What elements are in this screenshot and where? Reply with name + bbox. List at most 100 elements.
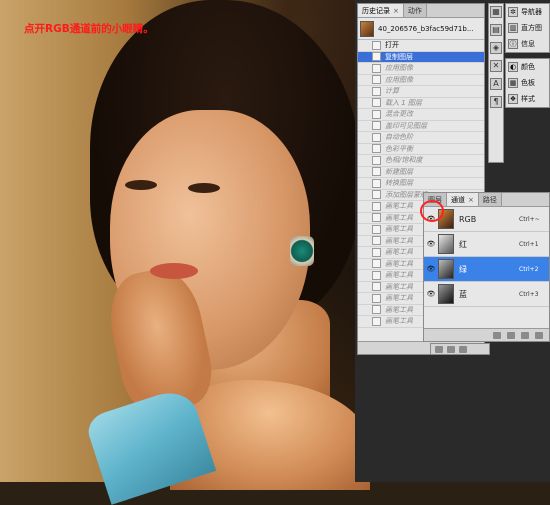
history-state-gutter[interactable]: [358, 75, 372, 86]
brush-preset-icon[interactable]: ▦: [490, 6, 502, 18]
close-icon[interactable]: ×: [468, 196, 474, 204]
new-channel-icon[interactable]: [521, 331, 529, 339]
history-state-gutter[interactable]: [358, 144, 372, 155]
history-state-gutter[interactable]: [358, 282, 372, 293]
history-item-label: 添加图层蒙版: [385, 190, 427, 199]
history-item-label: 画笔工具: [385, 282, 413, 291]
character-icon[interactable]: A: [490, 78, 502, 90]
close-icon[interactable]: ×: [393, 7, 399, 15]
history-step-icon: [372, 224, 381, 234]
channel-thumbnail: [438, 259, 454, 279]
eye-visibility-icon[interactable]: 👁: [424, 282, 438, 306]
history-item-label: 画笔工具: [385, 225, 413, 234]
history-state-gutter[interactable]: [358, 316, 372, 327]
history-state-gutter[interactable]: [358, 63, 372, 74]
history-item-label: 画笔工具: [385, 259, 413, 268]
history-state-gutter[interactable]: [358, 201, 372, 212]
history-item-label: 画笔工具: [385, 236, 413, 245]
history-item-label: 画笔工具: [385, 317, 413, 326]
swatches-tab[interactable]: ▦ 色板: [506, 75, 549, 91]
history-item[interactable]: 色彩平衡: [358, 144, 484, 155]
history-state-gutter[interactable]: [358, 86, 372, 97]
history-state-gutter[interactable]: [358, 98, 372, 109]
navigator-group: ✲ 导航器 ▥ 直方图 ⓘ 信息: [505, 3, 550, 53]
clone-source-icon[interactable]: ◈: [490, 42, 502, 54]
trash-icon[interactable]: [535, 331, 543, 339]
channel-row[interactable]: 👁 红 Ctrl+1: [424, 232, 549, 257]
channel-shortcut: Ctrl+~: [519, 215, 540, 223]
history-item[interactable]: 混合更改: [358, 109, 484, 121]
channel-name: 绿: [459, 264, 467, 274]
history-state-gutter[interactable]: [358, 132, 372, 143]
history-state-gutter[interactable]: [358, 121, 372, 132]
color-group: ◐ 颜色 ▦ 色板 ❖ 样式: [505, 58, 550, 108]
color-icon: ◐: [508, 62, 518, 72]
history-state-gutter[interactable]: [358, 259, 372, 270]
eye-visibility-icon[interactable]: 👁: [424, 257, 438, 281]
tool-preset-icon[interactable]: ✕: [490, 60, 502, 72]
history-state-gutter[interactable]: [358, 178, 372, 189]
channel-shortcut: Ctrl+3: [519, 290, 539, 298]
channel-list: 👁 RGB Ctrl+~ 👁 红 Ctrl+1 👁 绿 Ctrl+2 👁 蓝 Ctrl+3: [424, 207, 549, 307]
channel-row[interactable]: 👁 蓝 Ctrl+3: [424, 282, 549, 307]
history-state-gutter[interactable]: [358, 270, 372, 281]
layer-comp-icon[interactable]: ▤: [490, 24, 502, 36]
history-item-label: 盖印可见图层: [385, 121, 427, 130]
history-item[interactable]: 色相/饱和度: [358, 155, 484, 167]
channel-row[interactable]: 👁 绿 Ctrl+2: [424, 257, 549, 282]
save-selection-icon[interactable]: [507, 331, 515, 339]
history-state-gutter[interactable]: [358, 305, 372, 316]
history-step-icon: [372, 293, 381, 303]
tab-paths[interactable]: 路径: [478, 193, 502, 206]
history-state-gutter[interactable]: [358, 40, 372, 51]
history-step-icon: [372, 305, 381, 315]
history-item[interactable]: 新建图层: [358, 167, 484, 178]
history-item-label: 自动色阶: [385, 133, 413, 142]
tab-channels[interactable]: 通道 ×: [447, 193, 479, 206]
history-item[interactable]: 自动色阶: [358, 132, 484, 144]
color-tab[interactable]: ◐ 颜色: [506, 59, 549, 75]
history-item[interactable]: 盖印可见图层: [358, 121, 484, 132]
tab-actions[interactable]: 动作: [403, 4, 427, 17]
styles-tab[interactable]: ❖ 样式: [506, 91, 549, 107]
history-step-icon: [372, 201, 381, 211]
info-tab[interactable]: ⓘ 信息: [506, 36, 549, 52]
channels-tabs: 图层 通道 × 路径: [424, 193, 549, 207]
snapshot-thumbnail: [360, 20, 374, 37]
history-state-gutter[interactable]: [358, 247, 372, 258]
history-item-label: 混合更改: [385, 110, 413, 119]
history-step-icon: [372, 109, 381, 119]
history-item-label: 计算: [385, 87, 399, 96]
paragraph-icon[interactable]: ¶: [490, 96, 502, 108]
trash-icon[interactable]: [459, 345, 467, 353]
load-selection-icon[interactable]: [493, 331, 501, 339]
history-item-label: 新建图层: [385, 167, 413, 176]
link-icon[interactable]: [435, 345, 443, 353]
history-item-label: 画笔工具: [385, 202, 413, 211]
history-item[interactable]: 打开: [358, 40, 484, 52]
history-state-gutter[interactable]: [358, 52, 372, 63]
navigator-tab[interactable]: ✲ 导航器: [506, 4, 549, 20]
history-step-icon: [372, 75, 381, 85]
new-layer-icon[interactable]: [447, 345, 455, 353]
history-state-gutter[interactable]: [358, 213, 372, 224]
history-snapshot[interactable]: 40_206576_b3fac59d71b...: [358, 18, 484, 40]
history-item-label: 转换图层: [385, 179, 413, 188]
history-item[interactable]: 应用图像: [358, 63, 484, 75]
history-state-gutter[interactable]: [358, 109, 372, 120]
history-item[interactable]: 计算: [358, 86, 484, 98]
history-step-icon: [372, 121, 381, 131]
history-item[interactable]: 转换图层: [358, 178, 484, 190]
tab-history[interactable]: 历史记录 ×: [358, 4, 404, 17]
history-state-gutter[interactable]: [358, 167, 372, 178]
history-state-gutter[interactable]: [358, 293, 372, 304]
eye-visibility-icon[interactable]: 👁: [424, 232, 438, 256]
history-state-gutter[interactable]: [358, 155, 372, 166]
history-item[interactable]: 应用图像: [358, 75, 484, 86]
history-item[interactable]: 载入 1 图层: [358, 98, 484, 109]
history-state-gutter[interactable]: [358, 236, 372, 247]
histogram-tab[interactable]: ▥ 直方图: [506, 20, 549, 36]
history-state-gutter[interactable]: [358, 190, 372, 201]
history-item[interactable]: 复制图层: [358, 51, 484, 63]
history-state-gutter[interactable]: [358, 224, 372, 235]
